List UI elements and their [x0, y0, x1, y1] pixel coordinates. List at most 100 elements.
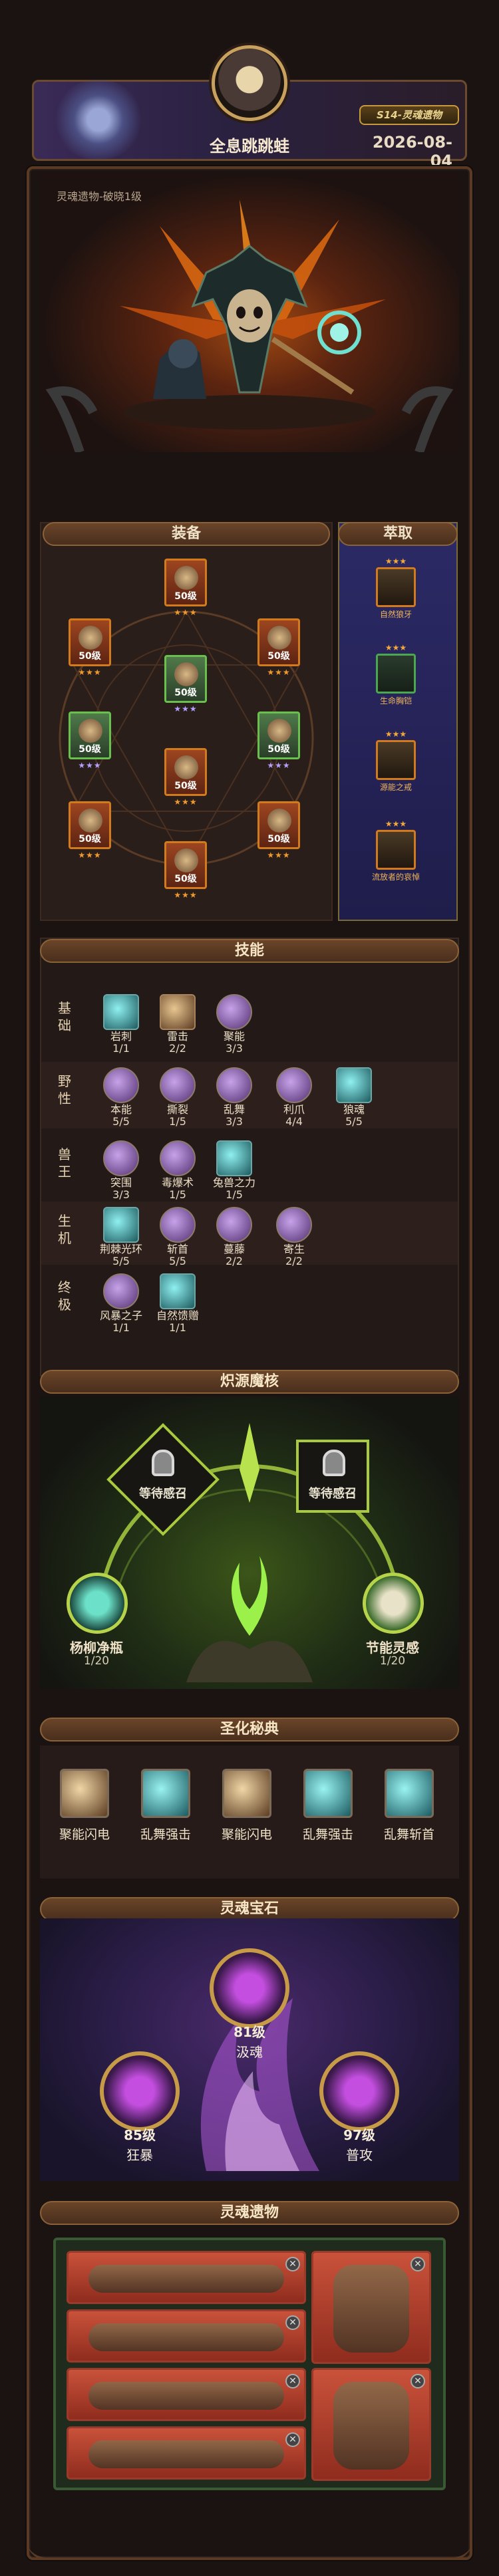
skill-level: 1/1	[112, 1042, 130, 1055]
gems-header: 灵魂宝石	[40, 1897, 459, 1921]
sacred-item[interactable]: 乱舞斩首	[377, 1769, 442, 1843]
skill-level: 5/5	[169, 1255, 186, 1267]
relic-slot[interactable]: ✕	[67, 2251, 306, 2304]
skill-name: 突围	[110, 1176, 132, 1189]
core-header: 炽源魔核	[40, 1370, 459, 1394]
record-date: 2026-08-04	[372, 133, 452, 170]
skill-item[interactable]: 本能 5/5	[100, 1067, 142, 1128]
sacred-name: 聚能闪电	[221, 1827, 272, 1842]
remove-icon[interactable]: ✕	[411, 2257, 425, 2271]
remove-icon[interactable]: ✕	[285, 2432, 300, 2447]
equipment-slot[interactable]: 50级	[164, 559, 207, 606]
skill-name: 狼魂	[343, 1103, 365, 1116]
sacred-item[interactable]: 乱舞强击	[295, 1769, 361, 1843]
core-right-skill-icon[interactable]	[363, 1573, 424, 1634]
skill-item[interactable]: 利爪 4/4	[273, 1067, 315, 1128]
sacred-item[interactable]: 乱舞强击	[133, 1769, 198, 1843]
skill-category: 兽王	[58, 1146, 71, 1180]
equipment-slot[interactable]: 50级	[257, 618, 300, 666]
remove-icon[interactable]: ✕	[285, 2374, 300, 2388]
skill-item[interactable]: 撕裂 1/5	[156, 1067, 199, 1128]
harvest-item[interactable]: ★★★ 生命胸铠	[363, 642, 429, 709]
equipment-slot[interactable]: 50级	[164, 748, 207, 796]
skill-item[interactable]: 兔兽之力 1/5	[213, 1140, 255, 1201]
equipment-slot[interactable]: 50级	[69, 801, 111, 849]
skill-item[interactable]: 狼魂 5/5	[333, 1067, 375, 1128]
player-avatar[interactable]	[212, 45, 287, 121]
skill-icon	[103, 1273, 139, 1309]
equipment-slot[interactable]: 50级	[164, 841, 207, 889]
gem-right[interactable]	[319, 2051, 399, 2131]
gem-top[interactable]	[210, 1948, 289, 2028]
relic-slot[interactable]: ✕	[67, 2426, 306, 2480]
gem-left-name: 狂暴	[126, 2147, 153, 2163]
skill-item[interactable]: 聚能 3/3	[213, 994, 255, 1055]
harvest-item[interactable]: ★★★ 源能之戒	[363, 728, 429, 796]
skill-icon	[103, 994, 139, 1030]
skill-item[interactable]: 岩刺 1/1	[100, 994, 142, 1055]
skill-icon	[276, 1207, 312, 1243]
harvest-item[interactable]: ★★★ 自然狼牙	[363, 555, 429, 623]
gem-left[interactable]	[100, 2051, 180, 2131]
equipment-slot[interactable]: 50级	[257, 801, 300, 849]
skill-item[interactable]: 蔓藤 2/2	[213, 1207, 255, 1267]
relic-slot[interactable]: ✕	[311, 2368, 431, 2481]
harvest-item[interactable]: ★★★ 流放者的哀悼	[363, 818, 429, 886]
relic-slot[interactable]: ✕	[67, 2368, 306, 2421]
core-left-level: 1/20	[83, 1654, 110, 1668]
harvest-stars: ★★★	[385, 819, 407, 829]
skill-level: 2/2	[226, 1255, 243, 1267]
relic-icon	[88, 2440, 284, 2468]
skill-icon	[160, 1067, 196, 1103]
skill-item[interactable]: 斩首 5/5	[156, 1207, 199, 1267]
equipment-level: 50级	[174, 688, 197, 698]
skill-icon	[103, 1067, 139, 1103]
skill-item[interactable]: 毒爆术 1/5	[156, 1140, 199, 1201]
relic-slot[interactable]: ✕	[311, 2251, 431, 2364]
core-left-skill-icon[interactable]	[67, 1573, 128, 1634]
sacred-name: 乱舞强击	[302, 1827, 353, 1842]
equipment-stars: ★★★	[267, 850, 291, 860]
skill-item[interactable]: 风暴之子 1/1	[100, 1273, 142, 1334]
skill-level: 5/5	[112, 1115, 130, 1128]
harvest-icon	[376, 567, 416, 607]
relic-icon	[88, 2265, 284, 2293]
skill-item[interactable]: 乱舞 3/3	[213, 1067, 255, 1128]
skill-name: 聚能	[223, 1030, 245, 1043]
harvest-icon	[376, 830, 416, 870]
skill-item[interactable]: 荆棘光环 5/5	[100, 1207, 142, 1267]
equipment-slot[interactable]: 50级	[164, 655, 207, 703]
equipment-slot[interactable]: 50级	[69, 618, 111, 666]
harvest-name: 自然狼牙	[379, 610, 412, 619]
equipment-header: 装备	[43, 522, 330, 546]
sacred-icon	[303, 1769, 353, 1818]
skill-category: 生机	[58, 1213, 71, 1246]
skill-level: 1/5	[169, 1188, 186, 1201]
equipment-slot[interactable]: 50级	[257, 711, 300, 759]
skill-icon	[216, 1207, 252, 1243]
remove-icon[interactable]: ✕	[285, 2315, 300, 2330]
core-lock-left-label: 等待感召	[139, 1487, 187, 1501]
skill-item[interactable]: 雷击 2/2	[156, 994, 199, 1055]
equipment-level: 50级	[79, 834, 101, 844]
equipment-stars: ★★★	[174, 890, 198, 900]
skill-name: 兔兽之力	[213, 1176, 256, 1189]
skill-item[interactable]: 突围 3/3	[100, 1140, 142, 1201]
skill-icon	[103, 1207, 139, 1243]
relic-slot[interactable]: ✕	[67, 2309, 306, 2363]
gem-left-level: 85级	[124, 2127, 156, 2143]
remove-icon[interactable]: ✕	[285, 2257, 300, 2271]
skill-icon	[276, 1067, 312, 1103]
equipment-icon	[174, 755, 198, 779]
sacred-item[interactable]: 聚能闪电	[214, 1769, 279, 1843]
equipment-slot[interactable]: 50级	[69, 711, 111, 759]
equipment-icon	[174, 848, 198, 872]
skill-level: 3/3	[226, 1042, 243, 1055]
harvest-name: 源能之戒	[379, 783, 412, 792]
harvest-stars: ★★★	[385, 643, 407, 652]
remove-icon[interactable]: ✕	[411, 2374, 425, 2388]
sacred-item[interactable]: 聚能闪电	[52, 1769, 117, 1843]
skill-level: 1/1	[169, 1321, 186, 1334]
skill-item[interactable]: 寄生 2/2	[273, 1207, 315, 1267]
skill-item[interactable]: 自然馈赠 1/1	[156, 1273, 199, 1334]
